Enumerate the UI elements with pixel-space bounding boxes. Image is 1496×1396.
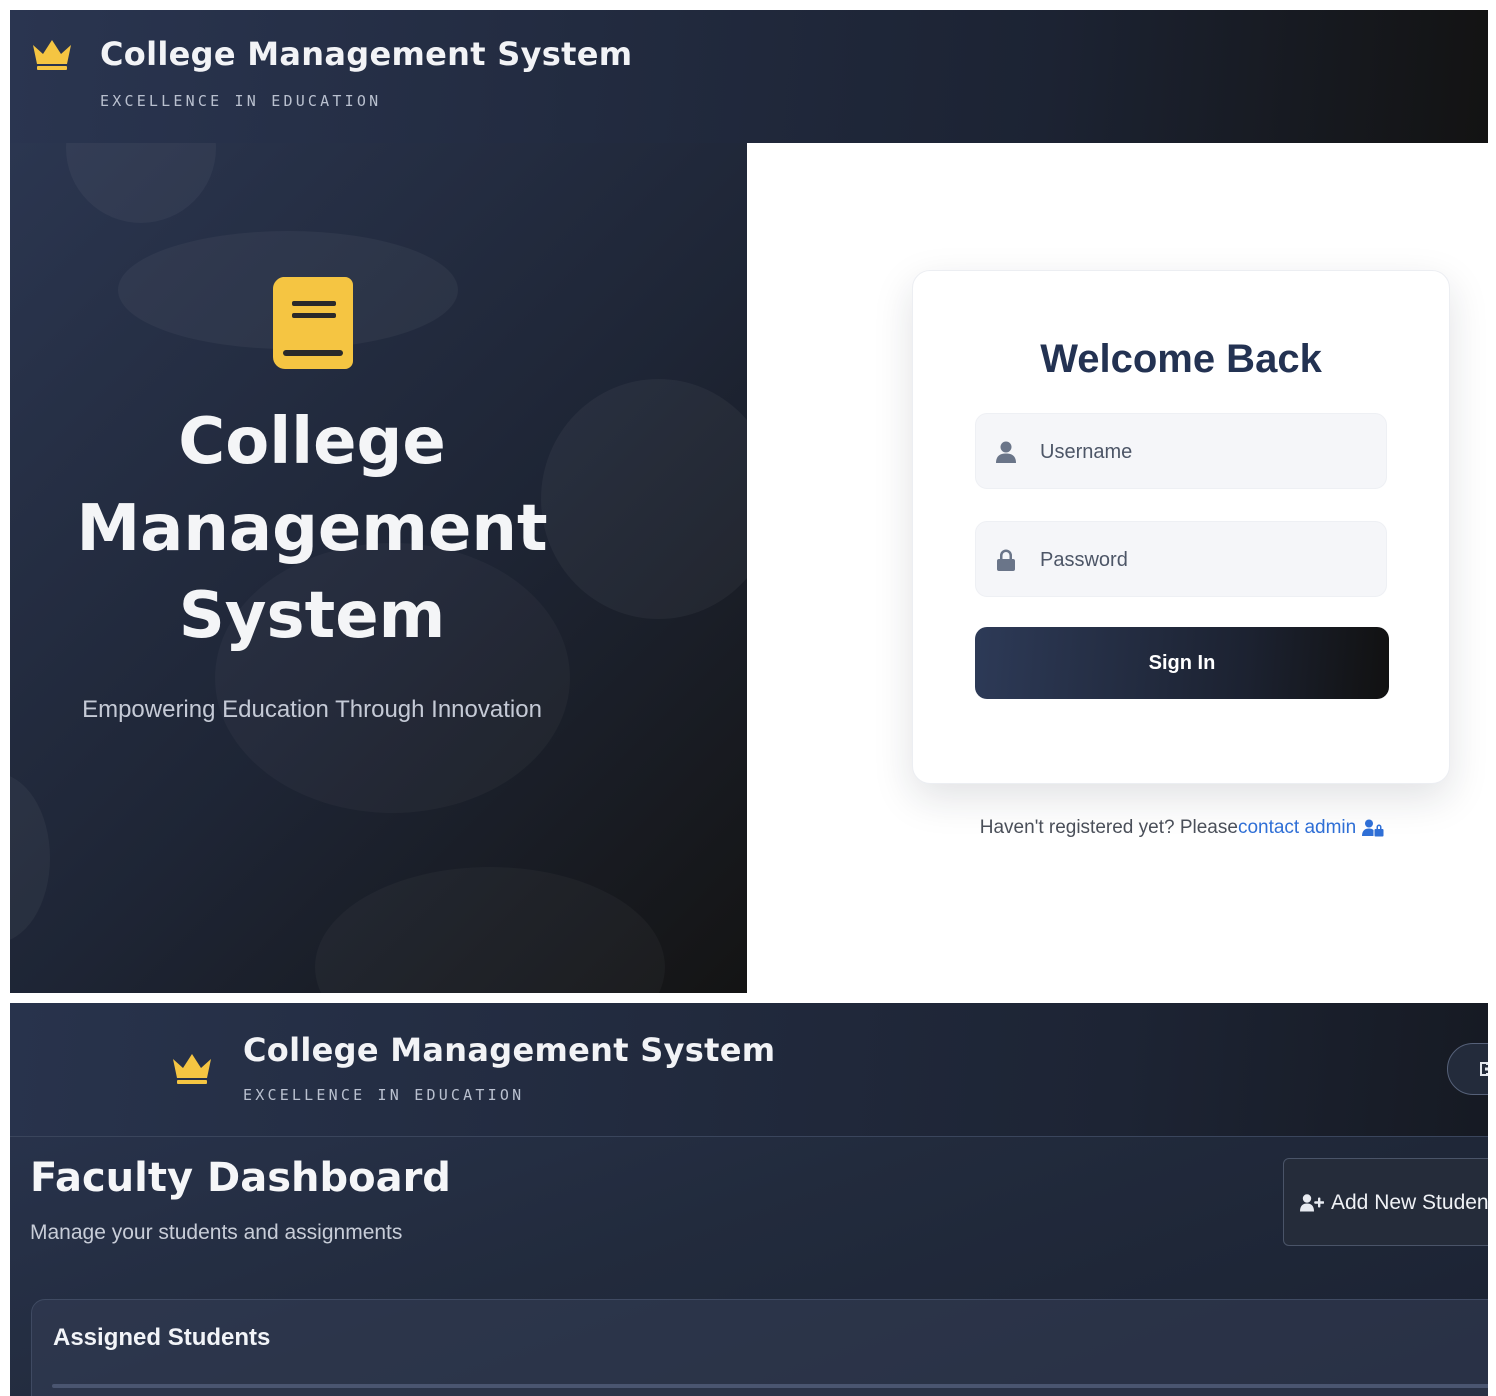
register-prompt: Haven't registered yet? Pleasecontact ad…: [747, 817, 1488, 839]
panel-divider: [52, 1384, 1488, 1388]
add-new-student-button[interactable]: Add New Student: [1283, 1158, 1488, 1246]
add-new-student-label: Add New Student: [1331, 1191, 1488, 1214]
login-pane: Welcome Back Sign In Haven't registered …: [747, 143, 1488, 993]
crown-icon: [33, 40, 71, 70]
crown-icon: [173, 1054, 211, 1084]
password-field[interactable]: [975, 521, 1387, 598]
username-input[interactable]: [1038, 414, 1372, 490]
app-title: College Management System: [243, 1031, 776, 1069]
page-title: Faculty Dashboard: [30, 1155, 451, 1201]
assigned-students-panel: Assigned Students: [31, 1299, 1488, 1396]
hero-title-line: System: [178, 579, 446, 653]
login-card: Welcome Back Sign In: [912, 270, 1450, 784]
logout-button[interactable]: [1447, 1043, 1488, 1095]
welcome-heading: Welcome Back: [1040, 337, 1322, 381]
logout-icon: [1480, 1062, 1488, 1076]
hero-title-line: College: [178, 405, 446, 479]
contact-admin-link[interactable]: contact admin: [1238, 817, 1356, 838]
lock-icon: [997, 549, 1015, 571]
dashboard-screen: College Management System EXCELLENCE IN …: [10, 1003, 1488, 1396]
hero-tagline: Empowering Education Through Innovation: [82, 696, 542, 723]
hero-panel: College Management System Empowering Edu…: [10, 143, 747, 993]
login-screen: College Management System EXCELLENCE IN …: [10, 10, 1488, 993]
hero-title: College Management System: [10, 399, 614, 660]
page-subtitle: Manage your students and assignments: [30, 1221, 403, 1244]
book-icon: [272, 277, 353, 369]
username-field[interactable]: [975, 413, 1387, 490]
user-plus-icon: [1300, 1194, 1324, 1212]
register-prompt-text: Haven't registered yet? Please: [979, 817, 1238, 838]
user-icon: [996, 441, 1016, 463]
app-subtitle: EXCELLENCE IN EDUCATION: [243, 1086, 525, 1104]
app-title: College Management System: [100, 35, 633, 73]
user-lock-icon[interactable]: [1362, 819, 1384, 837]
panel-title: Assigned Students: [53, 1324, 271, 1351]
password-input[interactable]: [1038, 522, 1372, 598]
hero-title-line: Management: [76, 492, 548, 566]
dashboard-header: College Management System EXCELLENCE IN …: [10, 1003, 1488, 1137]
sign-in-button[interactable]: Sign In: [975, 627, 1389, 699]
app-header: College Management System EXCELLENCE IN …: [10, 10, 1488, 144]
app-subtitle: EXCELLENCE IN EDUCATION: [100, 92, 382, 110]
